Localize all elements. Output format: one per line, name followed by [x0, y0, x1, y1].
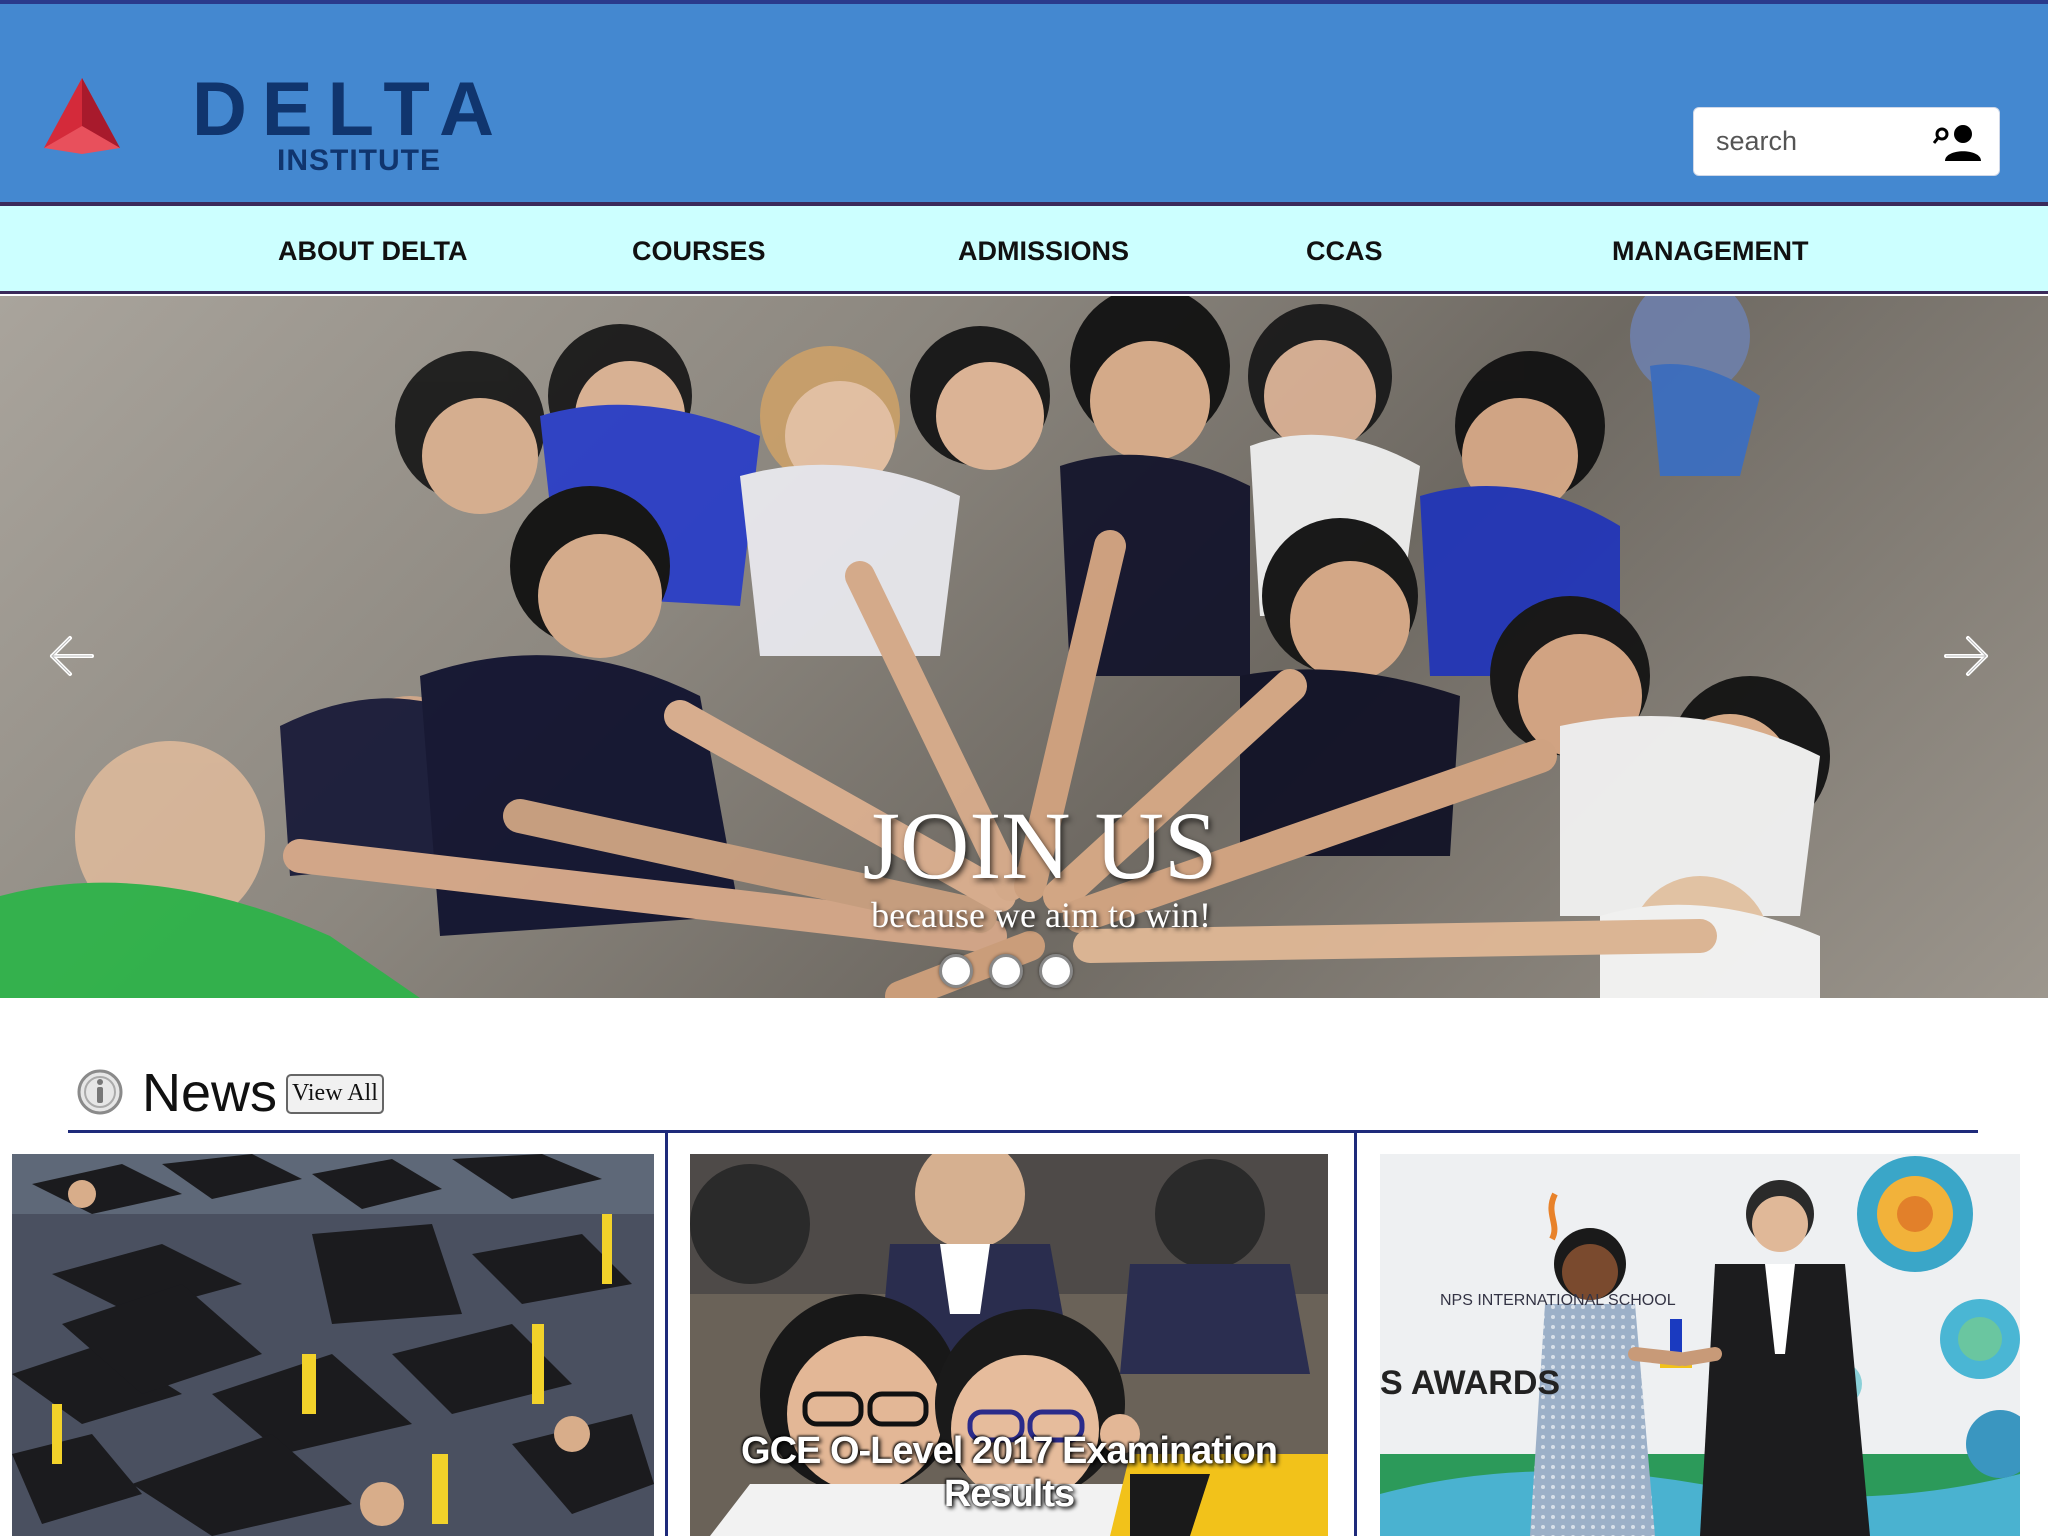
- awards-sign-line-2: S AWARDS: [1380, 1364, 1561, 1402]
- news-card-graduation[interactable]: [12, 1154, 654, 1536]
- nav-item-about-delta[interactable]: ABOUT DELTA: [278, 236, 467, 267]
- search-input[interactable]: [1716, 111, 1936, 172]
- hero-subtitle: because we aim to win!: [871, 895, 1211, 935]
- nav-item-ccas[interactable]: CCAS: [1306, 236, 1383, 267]
- arrow-right-icon[interactable]: [1936, 626, 1996, 686]
- carousel-indicators: [939, 954, 1073, 988]
- news-card-caption: GCE O-Level 2017 Examination Results: [741, 1430, 1278, 1515]
- view-all-button[interactable]: View All: [286, 1074, 384, 1114]
- news-image-award-ceremony: [1380, 1154, 2020, 1536]
- news-card-awards[interactable]: NPS INTERNATIONAL SCHOOL S AWARDS: [1380, 1154, 2020, 1536]
- nav-item-management[interactable]: MANAGEMENT: [1612, 236, 1809, 267]
- news-title: News: [142, 1063, 278, 1123]
- search-box: [1693, 107, 2000, 176]
- hero-title: JOIN US: [862, 792, 1218, 899]
- brand-name: DELTA: [192, 67, 510, 152]
- news-column-divider: [1354, 1133, 1357, 1536]
- carousel-dot-1[interactable]: [939, 954, 973, 988]
- carousel-dot-3[interactable]: [1039, 954, 1073, 988]
- brand-subtitle: INSTITUTE: [277, 144, 441, 177]
- info-icon: [77, 1069, 123, 1115]
- news-divider-rule: [68, 1130, 1978, 1133]
- nav-item-admissions[interactable]: ADMISSIONS: [958, 236, 1129, 267]
- hero-carousel[interactable]: JOIN US because we aim to win!: [0, 296, 2048, 998]
- news-card-olevel-results[interactable]: GCE O-Level 2017 Examination Results: [690, 1154, 1328, 1536]
- delta-triangle-logo-icon: [44, 78, 120, 154]
- user-search-icon[interactable]: [1933, 124, 1981, 162]
- main-nav: ABOUT DELTA COURSES ADMISSIONS CCAS MANA…: [0, 206, 2048, 294]
- carousel-dot-2[interactable]: [989, 954, 1023, 988]
- awards-sign-line-1: NPS INTERNATIONAL SCHOOL: [1440, 1292, 1676, 1309]
- news-column-divider: [665, 1133, 668, 1536]
- nav-item-courses[interactable]: COURSES: [632, 236, 766, 267]
- site-header: DELTA INSTITUTE: [0, 0, 2048, 206]
- site-logo[interactable]: DELTA INSTITUTE: [42, 72, 494, 184]
- arrow-left-icon[interactable]: [42, 626, 102, 686]
- news-image-graduation: [12, 1154, 654, 1536]
